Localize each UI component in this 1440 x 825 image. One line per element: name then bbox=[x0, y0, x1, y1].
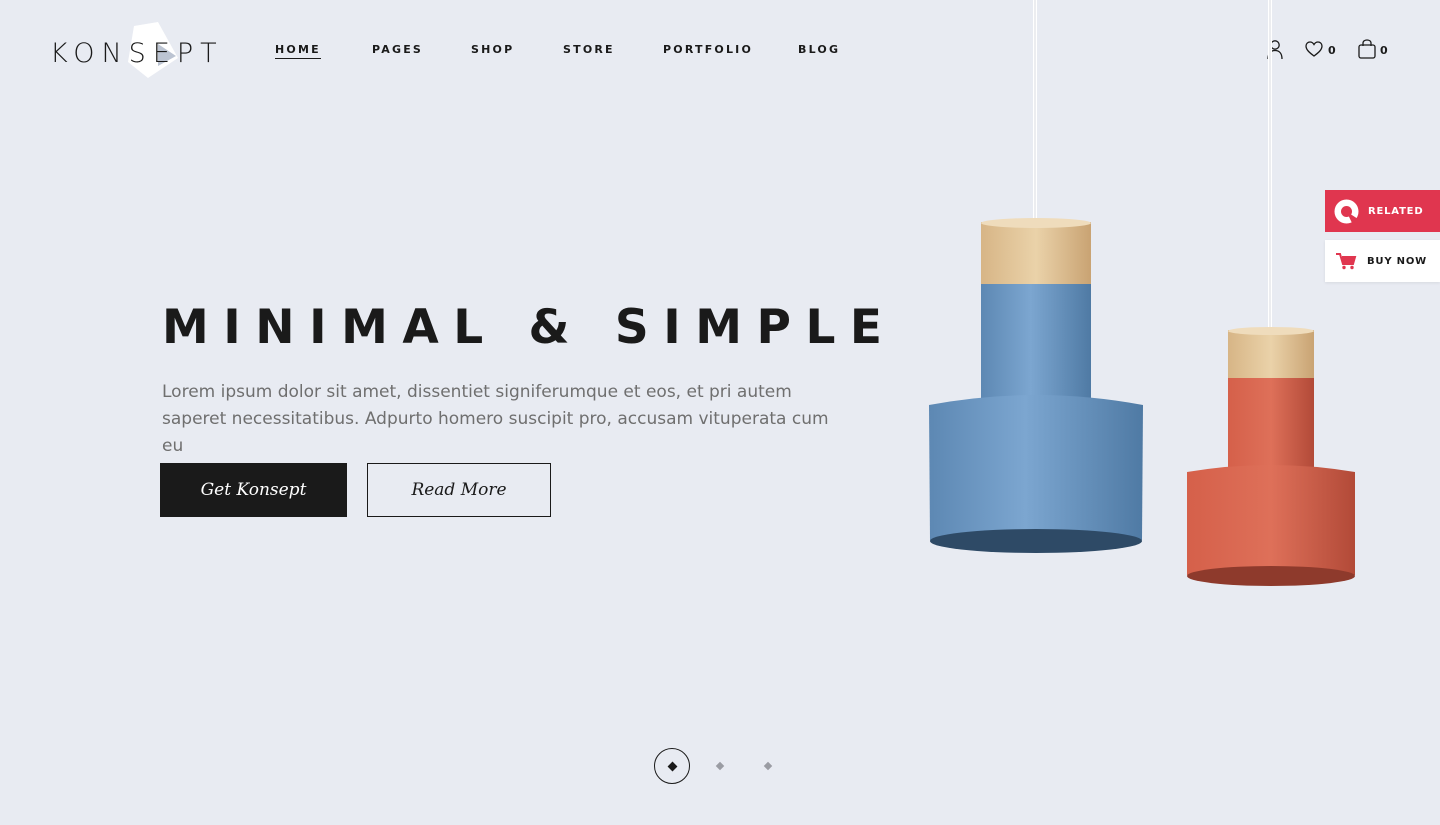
slider-dot-2[interactable] bbox=[715, 761, 725, 771]
slider-dot-3[interactable] bbox=[763, 761, 773, 771]
nav-item-store[interactable]: STORE bbox=[563, 43, 615, 56]
nav-item-blog[interactable]: BLOG bbox=[798, 43, 840, 56]
buy-now-button[interactable]: BUY NOW bbox=[1325, 240, 1440, 282]
cart-icon bbox=[1334, 252, 1358, 270]
brand-name: KONSEPT bbox=[50, 38, 224, 69]
cart-count: 0 bbox=[1380, 44, 1388, 57]
nav-item-shop[interactable]: SHOP bbox=[471, 43, 514, 56]
slider-pagination bbox=[654, 748, 784, 784]
hero-pendant-lamps-image bbox=[929, 0, 1355, 586]
hero-title: MINIMAL & SIMPLE bbox=[162, 300, 897, 355]
related-button[interactable]: RELATED bbox=[1325, 190, 1440, 232]
nav-item-portfolio[interactable]: PORTFOLIO bbox=[663, 43, 753, 56]
related-label: RELATED bbox=[1368, 205, 1424, 217]
read-more-button[interactable]: Read More bbox=[367, 463, 551, 517]
hero-description: Lorem ipsum dolor sit amet, dissentiet s… bbox=[162, 382, 829, 456]
logo[interactable]: KONSEPT bbox=[50, 20, 230, 80]
buy-now-label: BUY NOW bbox=[1367, 255, 1427, 267]
slider-dot-1[interactable] bbox=[654, 748, 690, 784]
get-konsept-button[interactable]: Get Konsept bbox=[160, 463, 347, 517]
related-icon bbox=[1334, 199, 1359, 224]
nav-item-home[interactable]: HOME bbox=[275, 43, 321, 59]
nav-item-pages[interactable]: PAGES bbox=[372, 43, 423, 56]
